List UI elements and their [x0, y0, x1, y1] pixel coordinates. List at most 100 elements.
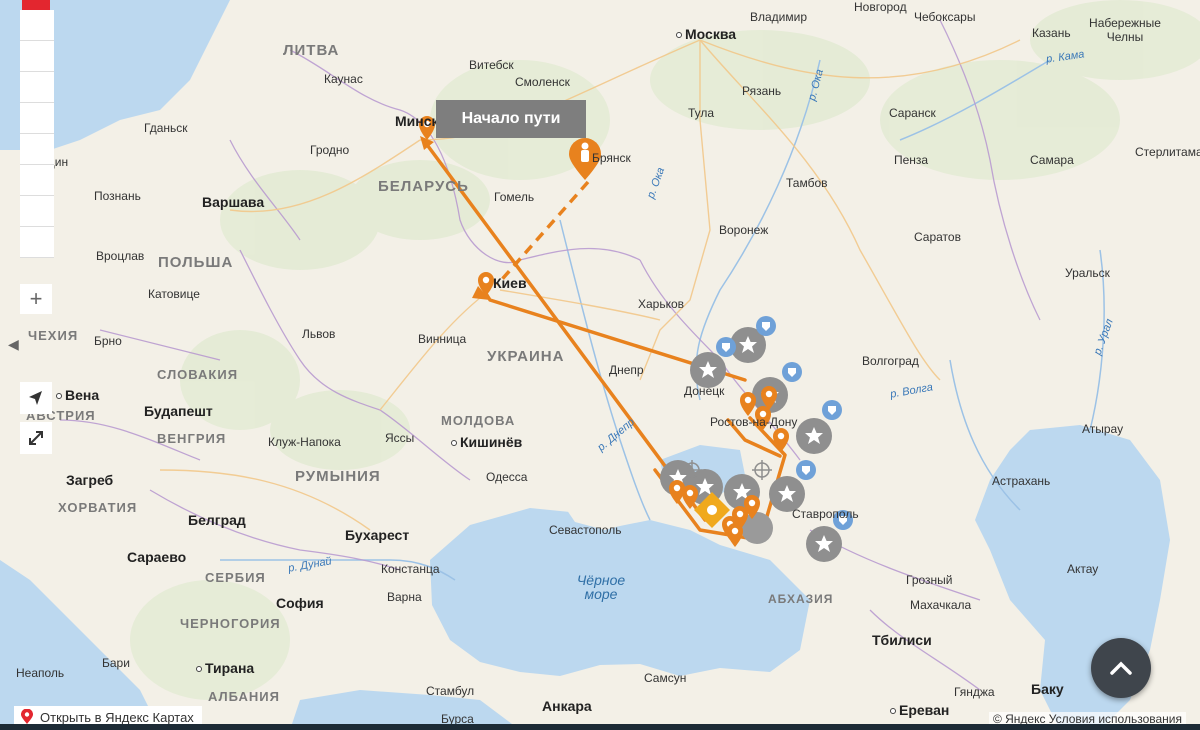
city-label: Тамбов — [786, 176, 828, 190]
city-label: Вроцлав — [96, 249, 145, 263]
city-label: Смоленск — [515, 75, 570, 89]
capital-label: Кишинёв — [451, 435, 522, 449]
city-label: Клуж-Напока — [268, 435, 341, 449]
country-label: БЕЛАРУСЬ — [378, 178, 469, 195]
city-label: Витебск — [469, 58, 514, 72]
toolbar-button-1[interactable] — [20, 10, 54, 41]
city-label: Львов — [302, 327, 336, 341]
country-label: ЛИТВА — [283, 42, 340, 59]
city-label: Актау — [1067, 562, 1099, 576]
country-label: АЛБАНИЯ — [208, 689, 280, 704]
capital-label: Тбилиси — [872, 632, 932, 648]
city-label: Новгород — [854, 0, 907, 14]
city-label: Днепр — [609, 363, 644, 377]
capital-label: Киев — [493, 275, 527, 291]
capital-label: Сараево — [127, 549, 187, 565]
toolbar-button-4[interactable] — [20, 103, 54, 134]
toolbar-button-8[interactable] — [20, 227, 54, 258]
country-label: ЧЕРНОГОРИЯ — [180, 616, 281, 631]
toolbar-button-6[interactable] — [20, 165, 54, 196]
city-label: Пенза — [894, 153, 929, 167]
city-label: Севастополь — [549, 523, 622, 537]
scroll-up-button[interactable] — [1091, 638, 1151, 698]
city-label: Харьков — [638, 297, 685, 311]
capital-label: Москва — [676, 27, 736, 41]
plus-icon: + — [29, 286, 43, 311]
capital-label: Баку — [1031, 681, 1064, 697]
bottom-bar — [0, 724, 1200, 730]
country-label: ВЕНГРИЯ — [157, 431, 227, 446]
country-label: ПОЛЬША — [158, 254, 234, 271]
city-label: Стерлитамак — [1135, 145, 1200, 159]
city-label: Бари — [102, 656, 130, 670]
city-label: Ставрополь — [792, 507, 859, 521]
city-label: Констанца — [381, 562, 440, 576]
city-label: Одесса — [486, 470, 528, 484]
city-label: Набережные Челны — [1089, 16, 1161, 44]
capital-label: Анкара — [542, 698, 592, 714]
city-label: Чебоксары — [914, 10, 976, 24]
capital-label: Тирана — [196, 661, 254, 675]
city-label: Варна — [387, 590, 422, 604]
city-label: Самара — [1030, 153, 1074, 167]
country-label: АБХАЗИЯ — [768, 592, 834, 606]
chevron-left-icon: ◀ — [8, 336, 19, 352]
city-label: Грозный — [906, 573, 953, 587]
city-label: Саратов — [914, 230, 961, 244]
toolbar-button-3[interactable] — [20, 72, 54, 103]
capital-label: Вена — [56, 388, 99, 402]
toolbar-button-7[interactable] — [20, 196, 54, 227]
route-start-label: Начало пути — [436, 100, 586, 138]
map-pin-icon — [21, 709, 33, 724]
map-toolbar — [20, 10, 54, 258]
city-label: Гродно — [310, 143, 350, 157]
country-label: ХОРВАТИЯ — [58, 500, 138, 515]
city-label: Стамбул — [426, 684, 475, 698]
city-label: Каунас — [324, 72, 363, 86]
city-label: Гянджа — [954, 685, 995, 699]
capital-label: Загреб — [66, 472, 114, 488]
city-label: Яссы — [385, 431, 415, 445]
open-link-label: Открыть в Яндекс Картах — [40, 709, 194, 725]
city-label: Гомель — [494, 190, 535, 204]
city-label: Познань — [94, 189, 141, 203]
collapse-panel-button[interactable]: ◀ — [8, 336, 19, 353]
fullscreen-button[interactable] — [20, 422, 52, 454]
country-label: МОЛДОВА — [441, 413, 516, 428]
country-label: СЕРБИЯ — [205, 570, 266, 585]
city-label: Саранск — [889, 106, 936, 120]
toolbar-button-5[interactable] — [20, 134, 54, 165]
capital-label: Минск — [395, 113, 439, 129]
capital-label: Белград — [188, 512, 246, 528]
capital-label: София — [276, 595, 324, 611]
city-label: Владимир — [750, 10, 808, 24]
city-label: Казань — [1032, 26, 1071, 40]
capital-label: Бухарест — [345, 527, 410, 543]
country-label: РУМЫНИЯ — [295, 468, 381, 485]
city-label: Неаполь — [16, 666, 65, 680]
capital-label: Варшава — [202, 194, 265, 210]
city-label: Воронеж — [719, 223, 769, 237]
city-label: Самсун — [644, 671, 687, 685]
zoom-in-button[interactable]: + — [20, 284, 52, 314]
city-label: Гданьск — [144, 121, 188, 135]
city-label: Ростов-на-Дону — [710, 415, 798, 429]
toolbar-button-2[interactable] — [20, 41, 54, 72]
city-label: Донецк — [684, 384, 725, 398]
capital-label: Будапешт — [144, 403, 213, 419]
city-label: Астрахань — [992, 474, 1051, 488]
capital-label: Ереван — [890, 703, 949, 717]
city-label: Брянск — [592, 151, 631, 165]
locate-button[interactable] — [20, 382, 52, 414]
city-label: Волгоград — [862, 354, 919, 368]
location-arrow-icon — [29, 391, 42, 405]
sea-label: Чёрное море — [576, 572, 626, 602]
city-label: Уральск — [1065, 266, 1110, 280]
country-label: СЛОВАКИЯ — [157, 367, 239, 382]
chevron-up-icon — [1110, 661, 1132, 675]
expand-icon — [29, 431, 43, 445]
country-label: ЧЕХИЯ — [28, 328, 79, 343]
country-label: УКРАИНА — [487, 348, 565, 365]
city-label: Рязань — [742, 84, 782, 98]
city-label: Катовице — [148, 287, 200, 301]
